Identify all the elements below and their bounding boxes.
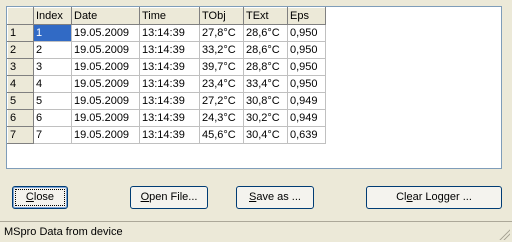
column-header-text[interactable]: TExt [243, 7, 288, 25]
column-header-tobj[interactable]: TObj [199, 7, 244, 25]
cell-time[interactable]: 13:14:39 [139, 24, 200, 42]
cell-index[interactable]: 6 [33, 109, 72, 127]
table-row[interactable]: 6 6 19.05.2009 13:14:39 24,3°C 30,2°C 0,949 [7, 109, 326, 127]
cell-eps[interactable]: 0,950 [287, 24, 326, 42]
row-header[interactable]: 3 [7, 58, 34, 76]
cell-eps[interactable]: 0,950 [287, 75, 326, 93]
resize-grip-icon[interactable] [498, 228, 510, 240]
cell-eps[interactable]: 0,950 [287, 41, 326, 59]
cell-eps[interactable]: 0,639 [287, 126, 326, 144]
cell-index[interactable]: 2 [33, 41, 72, 59]
cell-time[interactable]: 13:14:39 [139, 109, 200, 127]
cell-tobj[interactable]: 23,4°C [199, 75, 244, 93]
cell-index[interactable]: 5 [33, 92, 72, 110]
cell-date[interactable]: 19.05.2009 [71, 75, 140, 93]
save-as-label: ave as ... [256, 191, 301, 203]
table-row[interactable]: 2 2 19.05.2009 13:14:39 33,2°C 28,6°C 0,950 [7, 41, 326, 59]
cell-time[interactable]: 13:14:39 [139, 41, 200, 59]
cell-eps[interactable]: 0,949 [287, 109, 326, 127]
column-header-index[interactable]: Index [33, 7, 72, 25]
row-header[interactable]: 7 [7, 126, 34, 144]
table-row[interactable]: 1 1 19.05.2009 13:14:39 27,8°C 28,6°C 0,950 [7, 24, 326, 42]
cell-tobj[interactable]: 45,6°C [199, 126, 244, 144]
close-mnemonic: C [25, 191, 34, 203]
cell-text[interactable]: 28,6°C [243, 41, 288, 59]
cell-date[interactable]: 19.05.2009 [71, 58, 140, 76]
cell-eps[interactable]: 0,949 [287, 92, 326, 110]
corner-cell [7, 7, 34, 25]
close-button[interactable]: Close [12, 186, 68, 209]
cell-date[interactable]: 19.05.2009 [71, 109, 140, 127]
column-header-time[interactable]: Time [139, 7, 200, 25]
row-header[interactable]: 2 [7, 41, 34, 59]
close-label: lose [33, 191, 55, 203]
data-grid[interactable]: Index Date Time TObj TExt Eps 1 1 19.05.20… [6, 6, 502, 169]
cell-time[interactable]: 13:14:39 [139, 75, 200, 93]
open-file-mnemonic: O [140, 191, 150, 203]
row-header[interactable]: 6 [7, 109, 34, 127]
table-header-row: Index Date Time TObj TExt Eps [7, 7, 326, 25]
table-row[interactable]: 5 5 19.05.2009 13:14:39 27,2°C 30,8°C 0,949 [7, 92, 326, 110]
cell-index[interactable]: 3 [33, 58, 72, 76]
cell-tobj[interactable]: 33,2°C [199, 41, 244, 59]
cell-time[interactable]: 13:14:39 [139, 126, 200, 144]
cell-index[interactable]: 7 [33, 126, 72, 144]
cell-tobj[interactable]: 27,2°C [199, 92, 244, 110]
cell-time[interactable]: 13:14:39 [139, 92, 200, 110]
cell-text[interactable]: 30,4°C [243, 126, 288, 144]
status-bar: MSpro Data from device [0, 221, 512, 242]
cell-date[interactable]: 19.05.2009 [71, 41, 140, 59]
cell-date[interactable]: 19.05.2009 [71, 24, 140, 42]
row-header[interactable]: 1 [7, 24, 34, 42]
cell-text[interactable]: 28,8°C [243, 58, 288, 76]
cell-date[interactable]: 19.05.2009 [71, 126, 140, 144]
cell-time[interactable]: 13:14:39 [139, 58, 200, 76]
status-text: MSpro Data from device [4, 226, 123, 238]
save-as-button[interactable]: Save as ... [236, 186, 314, 209]
cell-index[interactable]: 4 [33, 75, 72, 93]
cell-text[interactable]: 28,6°C [243, 24, 288, 42]
clear-logger-prefix: Cl [396, 191, 407, 203]
column-header-date[interactable]: Date [71, 7, 140, 25]
clear-logger-label: ar Logger ... [412, 191, 472, 203]
row-header[interactable]: 4 [7, 75, 34, 93]
cell-tobj[interactable]: 24,3°C [199, 109, 244, 127]
column-header-eps[interactable]: Eps [287, 7, 326, 25]
cell-date[interactable]: 19.05.2009 [71, 92, 140, 110]
table-row[interactable]: 7 7 19.05.2009 13:14:39 45,6°C 30,4°C 0,639 [7, 126, 326, 144]
open-file-label: pen File... [149, 191, 198, 203]
cell-text[interactable]: 30,2°C [243, 109, 288, 127]
cell-text[interactable]: 30,8°C [243, 92, 288, 110]
cell-tobj[interactable]: 27,8°C [199, 24, 244, 42]
table-row[interactable]: 3 3 19.05.2009 13:14:39 39,7°C 28,8°C 0,950 [7, 58, 326, 76]
cell-tobj[interactable]: 39,7°C [199, 58, 244, 76]
table-row[interactable]: 4 4 19.05.2009 13:14:39 23,4°C 33,4°C 0,950 [7, 75, 326, 93]
cell-eps[interactable]: 0,950 [287, 58, 326, 76]
cell-text[interactable]: 33,4°C [243, 75, 288, 93]
data-table: Index Date Time TObj TExt Eps 1 1 19.05.20… [7, 7, 326, 144]
clear-logger-button[interactable]: Clear Logger ... [366, 186, 502, 209]
open-file-button[interactable]: Open File... [130, 186, 208, 209]
cell-index[interactable]: 1 [33, 24, 72, 42]
row-header[interactable]: 5 [7, 92, 34, 110]
